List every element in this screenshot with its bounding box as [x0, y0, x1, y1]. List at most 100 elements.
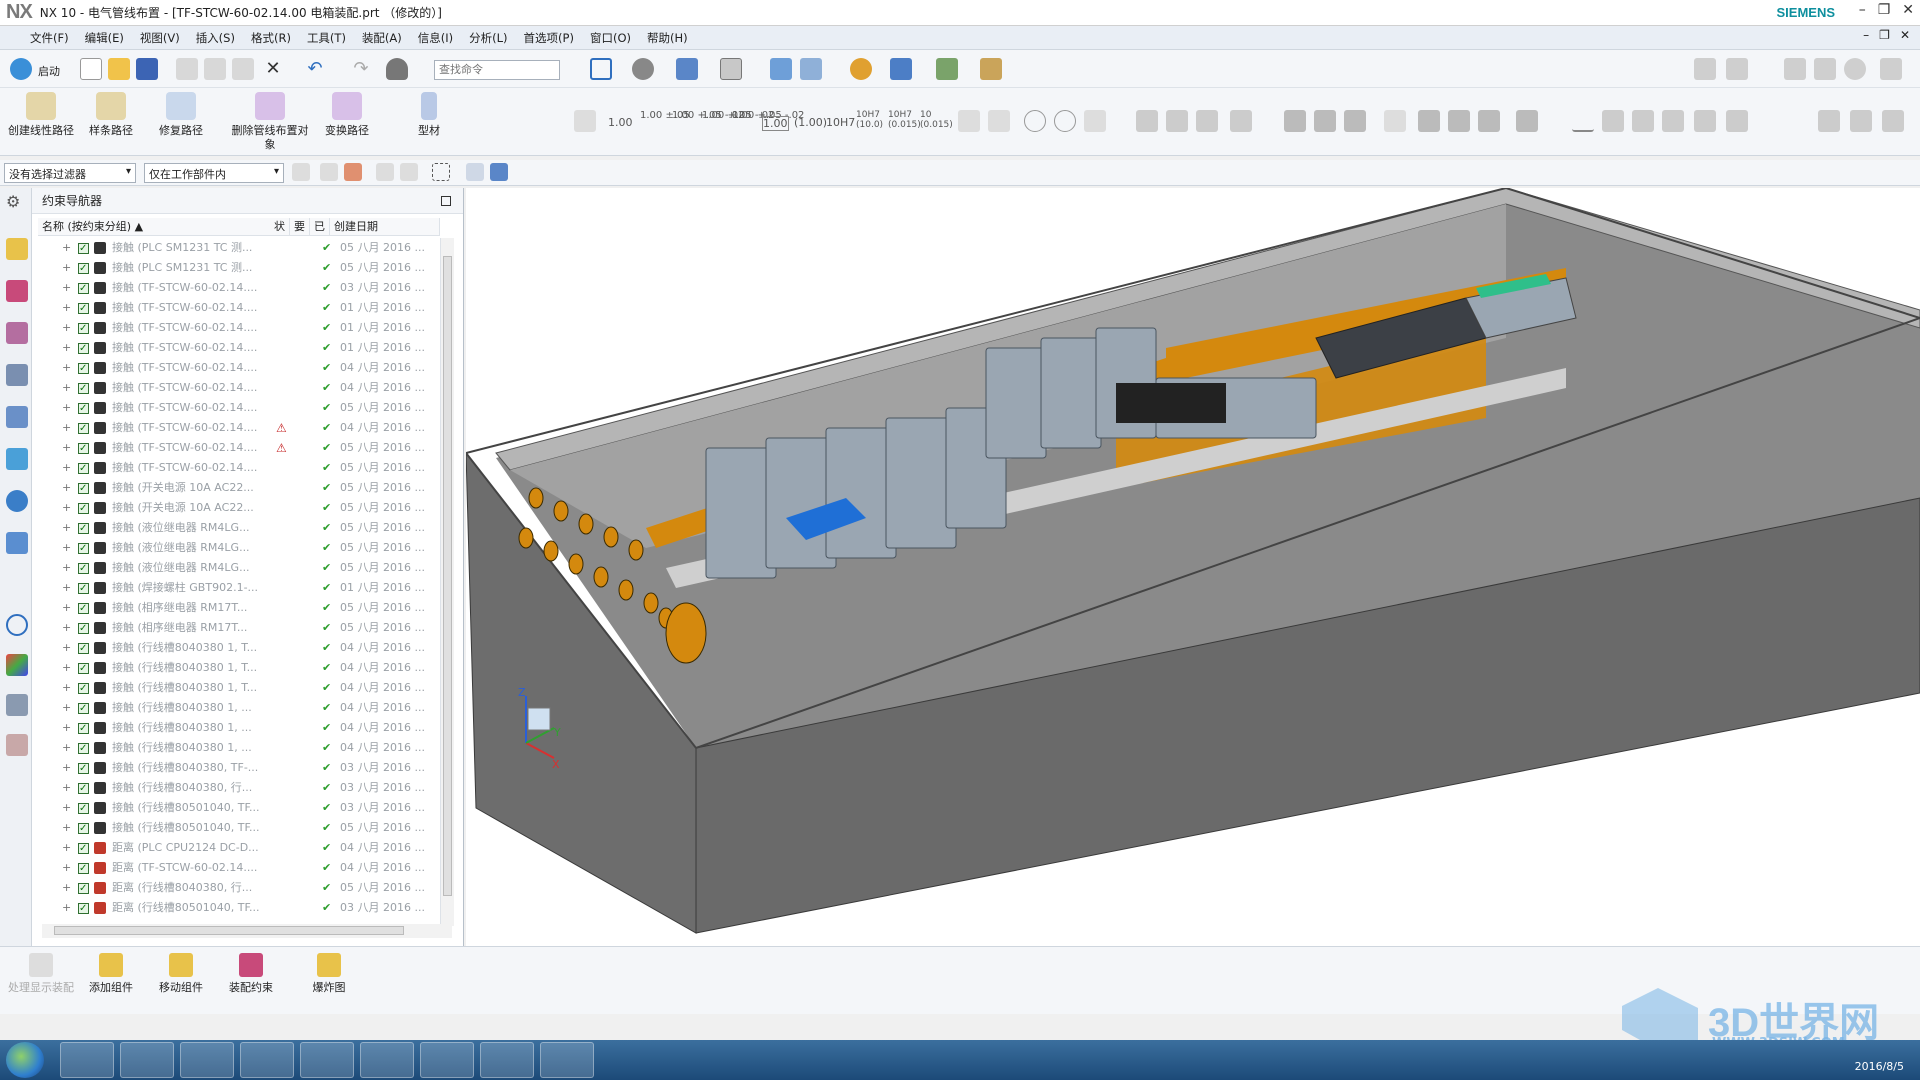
- ruler-icon[interactable]: [980, 58, 1002, 80]
- assembly-constraint-button[interactable]: 装配约束: [216, 953, 286, 995]
- expand-icon[interactable]: +: [62, 518, 71, 538]
- expand-icon[interactable]: +: [62, 318, 71, 338]
- expand-icon[interactable]: +: [62, 778, 71, 798]
- start-button[interactable]: [6, 1042, 44, 1078]
- constraint-row[interactable]: + 接触 (开关电源 10A AC22... ✔ 05 八月 2016 ...: [32, 478, 450, 499]
- constraint-checkbox[interactable]: [78, 239, 89, 259]
- constraint-row[interactable]: + 距离 (行线槽8040380, 行... ✔ 05 八月 2016 ...: [32, 878, 450, 899]
- constraint-row[interactable]: + 接触 (TF-STCW-60-02.14.... ✔ 04 八月 2016 ...: [32, 358, 450, 379]
- delete-icon[interactable]: ✕: [262, 58, 284, 80]
- constraint-checkbox[interactable]: [78, 879, 89, 899]
- exploded-view-button[interactable]: 爆炸图: [294, 953, 364, 995]
- constraint-checkbox[interactable]: [78, 599, 89, 619]
- tolerance-style-8[interactable]: 10H7: [826, 116, 855, 129]
- constraint-row[interactable]: + 距离 (PLC CPU2124 DC-D... ✔ 04 八月 2016 ...: [32, 838, 450, 859]
- constraint-row[interactable]: + 接触 (TF-STCW-60-02.14.... ✔ 01 八月 2016 ...: [32, 338, 450, 359]
- document-icon[interactable]: [6, 532, 28, 554]
- constraint-row[interactable]: + 接触 (行线槽80501040, TF... ✔ 05 八月 2016 ...: [32, 818, 450, 839]
- hammer-2-icon[interactable]: [1448, 110, 1470, 132]
- constraint-checkbox[interactable]: [78, 739, 89, 759]
- expand-icon[interactable]: +: [62, 258, 71, 278]
- measure-icon[interactable]: [936, 58, 958, 80]
- tolerance-style-1[interactable]: 1.00: [608, 116, 633, 129]
- clip-icon[interactable]: [800, 58, 822, 80]
- touch-mode-icon[interactable]: [386, 58, 408, 80]
- expand-icon[interactable]: +: [62, 758, 71, 778]
- expand-icon[interactable]: +: [62, 578, 71, 598]
- weld-4-icon[interactable]: [1230, 110, 1252, 132]
- constraint-navigator-icon[interactable]: [6, 280, 28, 302]
- expand-icon[interactable]: +: [62, 478, 71, 498]
- menu-insert[interactable]: 插入(S): [188, 30, 243, 46]
- constraint-row[interactable]: + 接触 (焊接螺柱 GBT902.1-... ✔ 01 八月 2016 ...: [32, 578, 450, 599]
- pmi-4-icon[interactable]: [1384, 110, 1406, 132]
- view-select-icon[interactable]: [466, 163, 484, 181]
- weld-2-icon[interactable]: [1166, 110, 1188, 132]
- expand-icon[interactable]: +: [62, 698, 71, 718]
- expand-icon[interactable]: +: [62, 458, 71, 478]
- open-folder-icon[interactable]: [108, 58, 130, 80]
- pencil-icon[interactable]: [1814, 58, 1836, 80]
- diameter-2-icon[interactable]: [1054, 110, 1076, 132]
- column-header-name[interactable]: 名称 (按约束分组) ▲: [38, 218, 278, 236]
- menu-analysis[interactable]: 分析(L): [461, 30, 515, 46]
- graphics-viewport[interactable]: Z Y X: [466, 188, 1920, 946]
- expand-icon[interactable]: +: [62, 678, 71, 698]
- menu-help[interactable]: 帮助(H): [639, 30, 696, 46]
- history-clock-icon[interactable]: [6, 614, 28, 636]
- triangle-icon[interactable]: [1572, 110, 1594, 132]
- taskbar-nx-icon[interactable]: [480, 1042, 534, 1078]
- constraint-checkbox[interactable]: [78, 899, 89, 919]
- paste-icon[interactable]: [232, 58, 254, 80]
- constraint-checkbox[interactable]: [78, 779, 89, 799]
- assembly-tool-2-icon[interactable]: [1726, 58, 1748, 80]
- save-icon[interactable]: [136, 58, 158, 80]
- constraint-checkbox[interactable]: [78, 379, 89, 399]
- box-select-icon[interactable]: [432, 163, 450, 181]
- tolerance-style-10[interactable]: 10H7 (0.015): [888, 110, 921, 130]
- filter-tool-icon[interactable]: [292, 163, 310, 181]
- constraint-row[interactable]: + 接触 (TF-STCW-60-02.14.... ✔ 03 八月 2016 ...: [32, 278, 450, 299]
- expand-icon[interactable]: +: [62, 738, 71, 758]
- snap-icon[interactable]: [850, 58, 872, 80]
- expand-icon[interactable]: +: [62, 718, 71, 738]
- taskbar-app-icon[interactable]: [240, 1042, 294, 1078]
- constraint-checkbox[interactable]: [78, 819, 89, 839]
- spline-path-button[interactable]: 样条路径: [76, 92, 146, 138]
- menu-preferences[interactable]: 首选项(P): [516, 30, 582, 46]
- hscroll-thumb[interactable]: [54, 926, 404, 935]
- constraint-row[interactable]: + 接触 (行线槽8040380 1, T... ✔ 04 八月 2016 ...: [32, 638, 450, 659]
- filter-tool-5-icon[interactable]: [400, 163, 418, 181]
- selection-scope-select[interactable]: 仅在工作部件内: [144, 163, 284, 183]
- constraint-row[interactable]: + 接触 (行线槽8040380, 行... ✔ 03 八月 2016 ...: [32, 778, 450, 799]
- expand-icon[interactable]: +: [62, 558, 71, 578]
- taskbar-explorer-icon[interactable]: [60, 1042, 114, 1078]
- taskbar-date[interactable]: 2016/8/5: [1855, 1060, 1904, 1073]
- expand-icon[interactable]: +: [62, 638, 71, 658]
- solid-select-icon[interactable]: [490, 163, 508, 181]
- tolerance-style-11[interactable]: 10 (0.015): [920, 110, 953, 130]
- constraint-checkbox[interactable]: [78, 359, 89, 379]
- navigator-vertical-scrollbar[interactable]: [440, 238, 454, 926]
- menu-file[interactable]: 文件(F): [0, 30, 77, 46]
- constraint-checkbox[interactable]: [78, 399, 89, 419]
- delete-routing-object-button[interactable]: 删除管线布置对象: [228, 92, 312, 152]
- column-header-status[interactable]: 状: [270, 218, 290, 236]
- tolerance-style-6[interactable]: 1.00: [762, 116, 789, 131]
- constraint-row[interactable]: + 接触 (行线槽8040380 1, ... ✔ 04 八月 2016 ...: [32, 698, 450, 719]
- hd3d-icon[interactable]: [6, 448, 28, 470]
- repair-path-button[interactable]: 修复路径: [146, 92, 216, 138]
- constraint-checkbox[interactable]: [78, 439, 89, 459]
- new-file-icon[interactable]: [80, 58, 102, 80]
- note-4-icon[interactable]: [1694, 110, 1716, 132]
- selection-icon[interactable]: [890, 58, 912, 80]
- constraint-row[interactable]: + 接触 (TF-STCW-60-02.14.... ⚠ ✔ 04 八月 2016 ..…: [32, 418, 450, 439]
- expand-icon[interactable]: +: [62, 498, 71, 518]
- expand-icon[interactable]: +: [62, 298, 71, 318]
- doc-minimize-button[interactable]: –: [1863, 28, 1869, 42]
- constraint-row[interactable]: + 接触 (行线槽8040380 1, ... ✔ 04 八月 2016 ...: [32, 718, 450, 739]
- taskbar-pdf-icon[interactable]: [420, 1042, 474, 1078]
- constraint-checkbox[interactable]: [78, 699, 89, 719]
- taskbar-tool-icon[interactable]: [180, 1042, 234, 1078]
- constraint-checkbox[interactable]: [78, 839, 89, 859]
